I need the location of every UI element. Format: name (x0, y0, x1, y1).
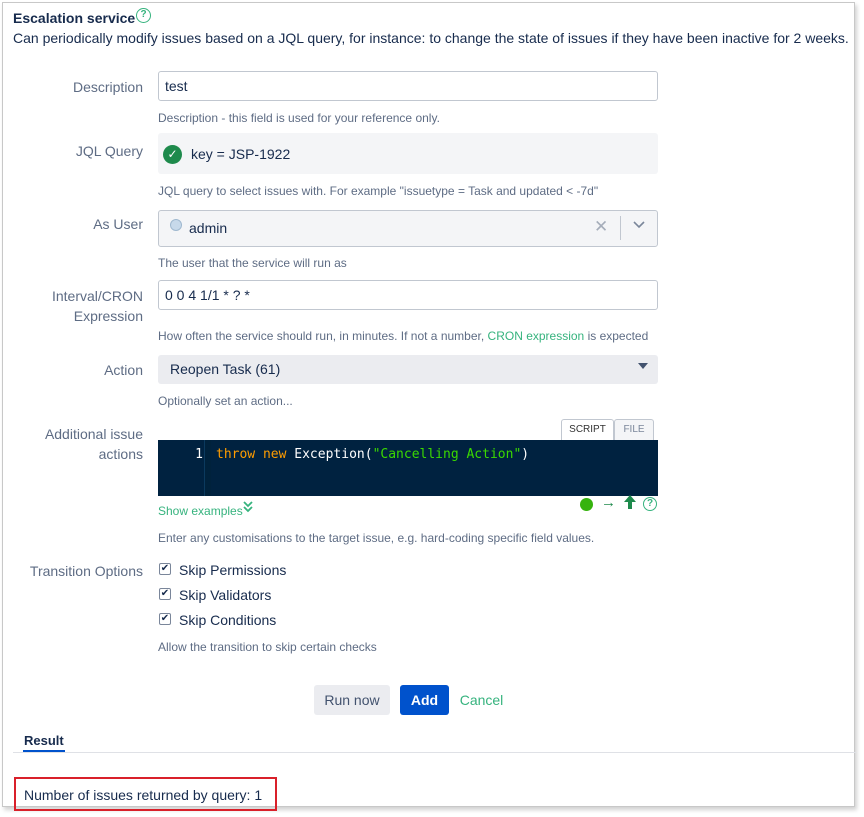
interval-label-line1: Interval/CRON (51, 288, 143, 304)
cron-expression-link[interactable]: CRON expression (488, 329, 585, 343)
description-label: Description (72, 79, 143, 95)
panel-description: Can periodically modify issues based on … (13, 30, 849, 46)
interval-help-text: How often the service should run, in min… (158, 329, 485, 343)
additional-actions-help: Enter any customisations to the target i… (158, 531, 595, 545)
arrow-right-icon[interactable]: → (601, 494, 616, 511)
interval-help: How often the service should run, in min… (158, 329, 648, 343)
add-button[interactable]: Add (400, 685, 449, 715)
line-number: 1 (195, 447, 203, 462)
skip-validators-checkbox[interactable]: ✔ (159, 588, 171, 600)
show-examples-link[interactable]: Show examples (158, 504, 243, 518)
skip-conditions-label[interactable]: Skip Conditions (179, 612, 276, 628)
skip-permissions-label[interactable]: Skip Permissions (179, 562, 286, 578)
result-text: Number of issues returned by query: 1 (24, 787, 263, 803)
as-user-select[interactable] (158, 210, 658, 247)
skip-validators-label[interactable]: Skip Validators (179, 587, 271, 603)
description-help: Description - this field is used for you… (158, 111, 440, 125)
interval-input[interactable]: 0 0 4 1/1 * ? * (158, 280, 658, 310)
code-line[interactable]: throw new Exception("Cancelling Action") (216, 447, 529, 462)
transition-options-help: Allow the transition to skip certain che… (158, 640, 377, 654)
action-label: Action (104, 362, 143, 378)
code-keyword: throw (216, 447, 256, 462)
select-divider (620, 216, 621, 240)
tab-script[interactable]: SCRIPT (561, 419, 614, 440)
chevron-down-icon[interactable] (632, 217, 646, 234)
panel-title: Escalation service (13, 10, 136, 26)
jql-query-label: JQL Query (75, 143, 143, 159)
jql-query-text[interactable]: key = JSP-1922 (191, 146, 290, 162)
code-keyword: new (262, 447, 287, 462)
code-class: Exception( (294, 447, 373, 462)
additional-actions-label-line2: actions (98, 446, 143, 462)
arrow-up-icon[interactable] (623, 494, 637, 514)
tab-result[interactable]: Result (24, 733, 64, 748)
skip-permissions-checkbox[interactable]: ✔ (159, 563, 171, 575)
caret-down-icon[interactable] (638, 363, 648, 369)
additional-actions-label-line1: Additional issue (44, 426, 143, 442)
tab-file[interactable]: FILE (614, 419, 654, 440)
user-avatar-icon (170, 219, 182, 231)
status-ok-icon[interactable] (580, 498, 593, 511)
action-select-value: Reopen Task (61) (170, 361, 281, 377)
double-chevron-down-icon[interactable] (243, 501, 253, 516)
escalation-service-panel: Escalation service ? Can periodically mo… (2, 2, 856, 811)
interval-label-line2: Expression (73, 308, 143, 324)
interval-help-text-end: is expected (587, 329, 649, 343)
clear-icon[interactable]: ✕ (594, 217, 608, 237)
as-user-label: As User (93, 216, 143, 232)
action-help: Optionally set an action... (158, 394, 293, 408)
as-user-help: The user that the service will run as (158, 256, 347, 270)
editor-gutter-divider (204, 440, 211, 496)
skip-conditions-checkbox[interactable]: ✔ (159, 613, 171, 625)
result-divider (13, 752, 856, 753)
description-input[interactable]: test (158, 71, 658, 101)
transition-options-label: Transition Options (29, 563, 143, 579)
question-circle-icon[interactable]: ? (643, 497, 657, 511)
question-circle-icon[interactable]: ? (136, 8, 151, 23)
jql-query-help: JQL query to select issues with. For exa… (158, 184, 599, 198)
as-user-value: admin (189, 220, 228, 236)
code-string: "Cancelling Action" (372, 447, 522, 462)
run-now-button[interactable]: Run now (314, 685, 390, 715)
code-paren: ) (521, 447, 530, 462)
cancel-button[interactable]: Cancel (459, 685, 504, 715)
check-circle-icon: ✓ (163, 145, 182, 164)
